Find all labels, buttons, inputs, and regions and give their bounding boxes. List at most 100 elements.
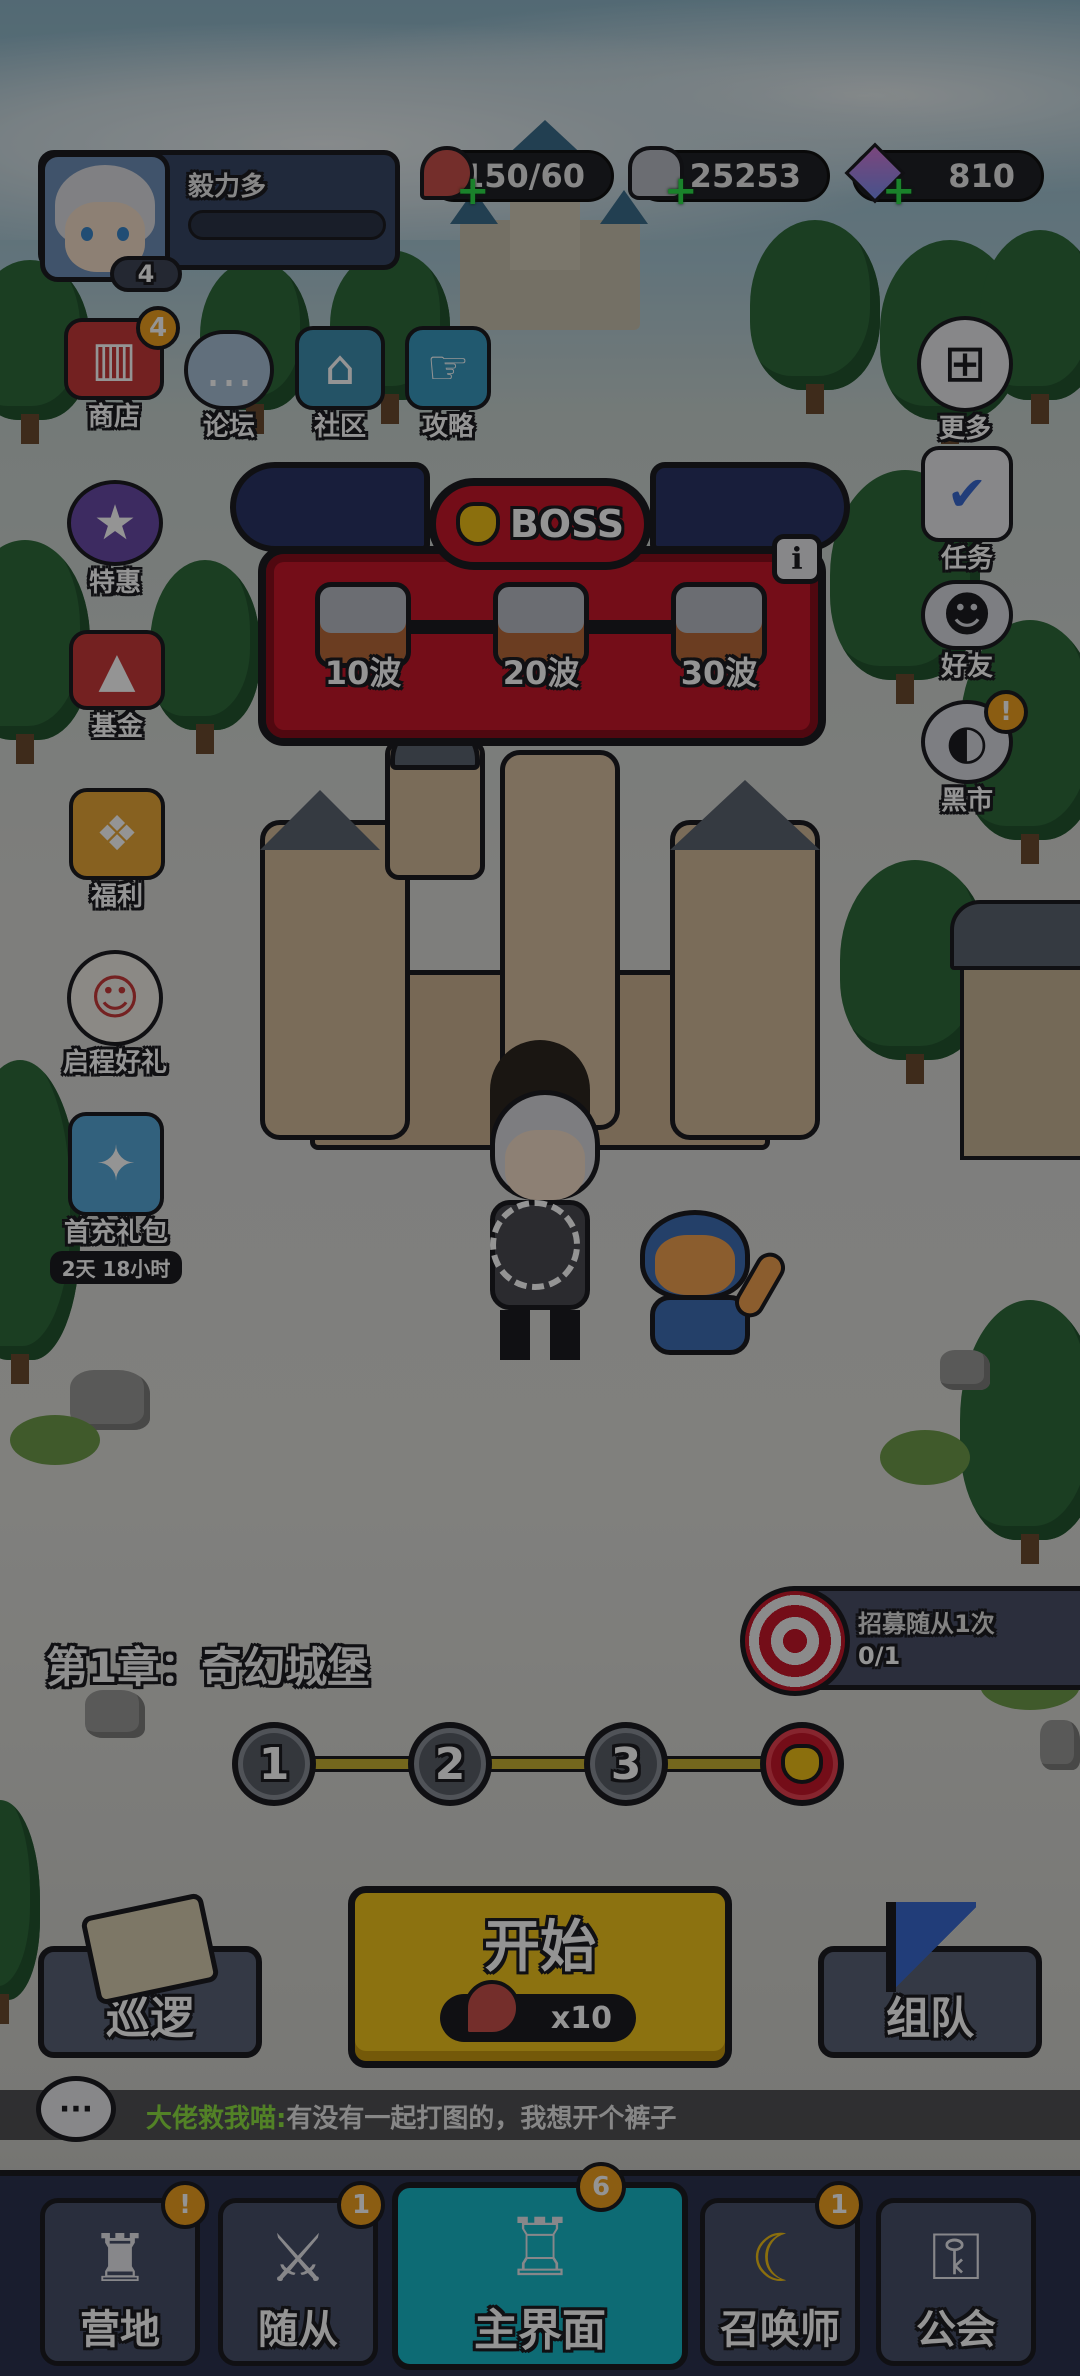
player-exp-bar bbox=[188, 210, 386, 240]
stage-node-1[interactable]: 1 bbox=[232, 1722, 316, 1806]
rock bbox=[85, 1690, 145, 1738]
nav-summoner-label: 召唤师 bbox=[720, 2307, 840, 2353]
forum-label: 论坛 bbox=[202, 412, 255, 442]
start-cost: x10 bbox=[550, 2000, 612, 2036]
black-market-label: 黑市 bbox=[940, 786, 993, 816]
shop-button[interactable]: ▥ 商店 4 bbox=[58, 306, 180, 433]
welfare-label: 福利 bbox=[90, 882, 143, 912]
nav-main-label: 主界面 bbox=[474, 2305, 606, 2356]
fund-label: 基金 bbox=[90, 712, 143, 742]
boss-chest-30[interactable]: 30波 bbox=[664, 582, 774, 702]
boss-ornament-left bbox=[230, 462, 430, 552]
special-offer-button[interactable]: ★ 特惠 bbox=[50, 480, 180, 599]
first-recharge-icon: ✦ bbox=[68, 1112, 164, 1216]
player-level: 4 bbox=[137, 260, 155, 288]
boss-title: BOSS bbox=[509, 502, 625, 546]
fund-button[interactable]: ▲ 基金 bbox=[52, 630, 182, 743]
resource-silver-plus-icon[interactable]: + bbox=[664, 171, 698, 211]
guide-icon: ☞ bbox=[405, 326, 491, 410]
boss-skull-icon bbox=[455, 502, 500, 546]
nav-main[interactable]: ♖ 主界面 6 bbox=[392, 2162, 688, 2370]
community-button[interactable]: ⌂ 社区 bbox=[290, 326, 390, 443]
rock bbox=[940, 1350, 990, 1390]
follower-icon: ⚔ bbox=[268, 2220, 328, 2297]
chapter-track bbox=[270, 1756, 800, 1772]
friends-icon: ☻ bbox=[921, 580, 1013, 650]
nav-camp-label: 营地 bbox=[80, 2307, 160, 2353]
nav-main-badge: 6 bbox=[576, 2162, 626, 2212]
tree bbox=[750, 220, 880, 414]
guide-button[interactable]: ☞ 攻略 bbox=[398, 326, 498, 443]
boss-skull-icon bbox=[781, 1744, 823, 1784]
shop-label: 商店 bbox=[87, 402, 140, 432]
resource-diamond-value: 810 bbox=[948, 157, 1015, 195]
player-level-badge: 4 bbox=[110, 256, 182, 292]
journey-gift-button[interactable]: ☺ 启程好礼 bbox=[40, 950, 190, 1079]
tree bbox=[960, 1300, 1080, 1564]
stage-3-label: 3 bbox=[610, 1738, 642, 1790]
boss-info-icon: i bbox=[791, 541, 803, 577]
stage-1-label: 1 bbox=[258, 1738, 290, 1790]
boss-chest-20-label: 20波 bbox=[502, 654, 580, 692]
side-house bbox=[950, 900, 1080, 1160]
stage-node-3[interactable]: 3 bbox=[584, 1722, 668, 1806]
chat-bubble-icon[interactable]: ··· bbox=[36, 2076, 116, 2142]
boss-chest-20[interactable]: 20波 bbox=[486, 582, 596, 702]
selection-sparkle-icon bbox=[490, 1200, 580, 1290]
nav-guild-label: 公会 bbox=[916, 2307, 996, 2353]
team-flag-icon bbox=[886, 1902, 976, 1992]
chat-sender: 大佬救我喵: bbox=[146, 2104, 287, 2134]
first-recharge-label: 首充礼包 bbox=[63, 1218, 168, 1248]
special-offer-icon: ★ bbox=[67, 480, 163, 566]
resource-silver-value: 25253 bbox=[689, 157, 801, 195]
journey-gift-label: 启程好礼 bbox=[62, 1048, 167, 1078]
more-icon: ⊞ bbox=[917, 316, 1013, 412]
rock bbox=[1040, 1720, 1080, 1770]
quest-text: 招募随从1次 bbox=[858, 1610, 995, 1638]
nav-follower[interactable]: ⚔ 随从 1 bbox=[218, 2181, 385, 2366]
community-label: 社区 bbox=[313, 412, 366, 442]
special-offer-label: 特惠 bbox=[88, 568, 141, 598]
summoner-icon: ☾ bbox=[750, 2220, 810, 2297]
resource-meat-plus-icon[interactable]: + bbox=[456, 171, 490, 211]
more-label: 更多 bbox=[938, 414, 991, 444]
welfare-icon: ❖ bbox=[69, 788, 165, 880]
black-market-badge: ! bbox=[984, 690, 1028, 734]
nav-follower-label: 随从 bbox=[258, 2307, 338, 2353]
nav-guild[interactable]: ⚿ 公会 bbox=[876, 2198, 1036, 2366]
boss-chest-10[interactable]: 10波 bbox=[308, 582, 418, 702]
nav-camp[interactable]: ♜ 营地 ! bbox=[40, 2181, 209, 2366]
boss-chest-30-label: 30波 bbox=[680, 654, 758, 692]
boss-info-button[interactable]: i bbox=[772, 534, 822, 584]
stage-node-2[interactable]: 2 bbox=[408, 1722, 492, 1806]
task-label: 任务 bbox=[940, 544, 993, 574]
hero-character[interactable] bbox=[450, 1090, 630, 1360]
resource-diamond-plus-icon[interactable]: + bbox=[882, 171, 916, 211]
more-button[interactable]: ⊞ 更多 bbox=[910, 316, 1020, 445]
journey-gift-icon: ☺ bbox=[67, 950, 163, 1046]
stage-node-boss[interactable] bbox=[760, 1722, 844, 1806]
game-scene: 毅力多 4 150/60 + 25253 + 810 + ▥ 商店 4 … 论坛… bbox=[0, 0, 1080, 2376]
nav-camp-badge: ! bbox=[161, 2181, 209, 2229]
welfare-button[interactable]: ❖ 福利 bbox=[52, 788, 182, 913]
first-recharge-button[interactable]: ✦ 首充礼包 2天 18小时 bbox=[36, 1112, 196, 1284]
fund-icon: ▲ bbox=[69, 630, 165, 710]
main-castle-icon: ♖ bbox=[504, 2201, 576, 2294]
start-label: 开始 bbox=[484, 1915, 596, 1980]
forum-button[interactable]: … 论坛 bbox=[178, 330, 280, 443]
nav-summoner[interactable]: ☾ 召唤师 1 bbox=[700, 2181, 863, 2366]
guild-lock-icon: ⚿ bbox=[930, 2218, 982, 2295]
bush bbox=[880, 1430, 970, 1485]
friends-label: 好友 bbox=[940, 652, 993, 682]
chat-message: 大佬救我喵:有没有一起打图的，我想开个裤子 bbox=[146, 2098, 676, 2135]
black-market-button[interactable]: ◐ 黑市 ! bbox=[912, 690, 1028, 817]
shop-badge: 4 bbox=[136, 306, 180, 350]
cat-companion[interactable] bbox=[630, 1210, 791, 1360]
boss-chest-10-label: 10波 bbox=[324, 654, 402, 692]
friends-button[interactable]: ☻ 好友 bbox=[912, 580, 1022, 683]
task-button[interactable]: ✔ 任务 bbox=[912, 446, 1022, 575]
guide-label: 攻略 bbox=[421, 412, 474, 442]
forum-icon: … bbox=[184, 330, 274, 410]
distant-castle bbox=[440, 110, 660, 330]
first-recharge-timer: 2天 18小时 bbox=[49, 1251, 183, 1284]
